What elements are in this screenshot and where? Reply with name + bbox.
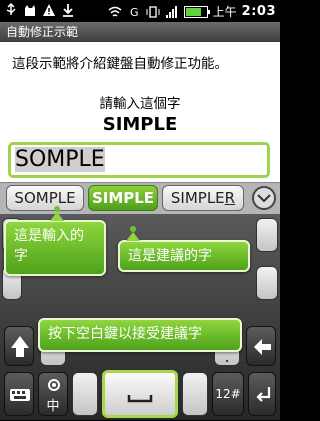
enter-key[interactable] [248,372,276,416]
tooltip-suggested-text: 這是建議的字 [128,248,212,264]
key-row4-1[interactable] [72,372,98,416]
enter-arrow-icon [256,387,271,402]
key-row1-right[interactable] [256,218,278,252]
tooltip-arrow [50,212,64,221]
prompt-text: 請輸入這個字 [99,96,181,112]
tooltip-space-text: 按下空白鍵以接受建議字 [48,326,202,342]
gear-icon [48,379,60,391]
status-time: 2:03 [241,4,276,19]
signal-icon [165,5,177,18]
chevron-down-icon [257,194,271,203]
app-title-bar: 自動修正示範 [0,22,280,42]
expand-suggestions-button[interactable] [252,186,276,210]
wifi-icon [108,6,122,17]
suggestion-typed[interactable]: SOMPLE [6,185,84,211]
text-input[interactable]: SOMPLE [8,142,270,178]
tooltip-typed-word: 這是輸入的字 [4,206,106,276]
suggestion-alternative-text: SIMPLE [170,189,225,207]
key-row4-2[interactable] [182,372,208,416]
app-title: 自動修正示範 [6,25,79,39]
cat-icon [25,5,35,16]
mode-key-label: 中 [46,399,60,414]
target-word: SIMPLE [102,114,178,135]
language-mode-key[interactable]: 中 [38,372,68,416]
suggestion-strip: SOMPLE SIMPLE SIMPLER [0,182,280,215]
battery-icon [183,5,210,18]
status-ampm: 上午 [212,5,237,19]
tooltip-suggested-word: 這是建議的字 [118,226,250,272]
tooltip-space-accept: 按下空白鍵以接受建議字 [38,318,242,352]
svg-text:G: G [130,6,139,19]
warning-icon [43,4,55,16]
usb-icon [6,3,16,15]
shift-key[interactable] [4,326,34,366]
key-row2-right[interactable] [256,266,278,300]
download-icon [63,4,73,17]
tooltip-dot [54,206,60,212]
suggestion-alternative[interactable]: SIMPLER [162,185,244,211]
gps-icon: G [130,6,139,19]
status-right-icons: G 上午 2:03 [108,3,276,20]
intro-text: 這段示範將介紹鍵盤自動修正功能。 [12,56,228,72]
shift-arrow-icon [11,336,29,357]
space-key[interactable] [102,370,178,418]
delete-key[interactable] [246,326,276,366]
numsym-key-label: 12# [215,387,241,401]
tooltip-typed-text: 這是輸入的字 [14,228,84,264]
tutorial-content: 這段示範將介紹鍵盤自動修正功能。 請輸入這個字 SIMPLE SOMPLE [0,42,280,182]
suggestion-alternative-suffix: R [224,189,236,207]
status-bar: G 上午 2:03 [0,0,280,22]
tooltip-dot [130,226,136,232]
space-bar-icon [127,395,153,403]
tooltip-arrow [126,232,140,241]
input-value: SOMPLE [15,147,105,172]
suggestion-selected[interactable]: SIMPLE [88,185,158,211]
keyboard-icon [10,389,30,401]
keyboard: . 中 12# 這是輸入的字 這是建議的字 按下空白鍵以接受建議字 [0,206,280,420]
number-symbol-key[interactable]: 12# [212,372,244,416]
keyboard-settings-key[interactable] [4,372,34,416]
vibrate-icon [146,5,160,18]
backspace-arrow-icon [254,339,271,355]
status-left-icons [4,3,75,17]
